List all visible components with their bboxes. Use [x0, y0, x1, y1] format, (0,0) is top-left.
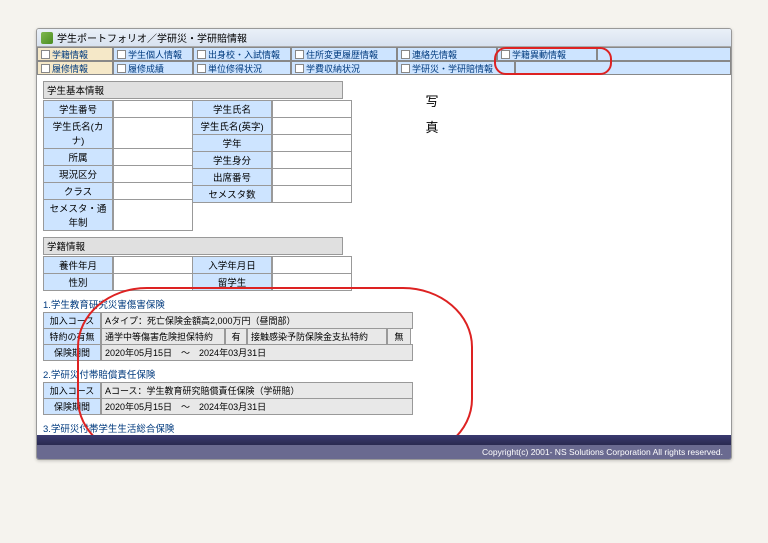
lbl-kana: 学生氏名(カナ) [43, 117, 113, 149]
lbl-gakunen: 学年 [192, 134, 272, 152]
val-gakusei-no [113, 100, 193, 118]
window-title: 学生ポートフォリオ／学研災・学研賠情報 [57, 30, 247, 45]
nav-gakkenbai[interactable]: 学研災・学研賠情報 [397, 61, 515, 75]
app-icon [41, 32, 53, 44]
titlebar: 学生ポートフォリオ／学研災・学研賠情報 [37, 29, 731, 47]
copyright: Copyright(c) 2001- NS Solutions Corporat… [37, 445, 731, 459]
lbl-shusseki: 出席番号 [192, 168, 272, 186]
photo-placeholder: 写真 [392, 89, 472, 141]
section-gakuseki-title: 学籍情報 [43, 237, 343, 255]
nav-shusshin[interactable]: 出身校・入試情報 [193, 47, 291, 61]
nav-renraku[interactable]: 連絡先情報 [397, 47, 497, 61]
footer-bar [37, 435, 731, 445]
lbl-semester: セメスタ・通年制 [43, 199, 113, 231]
lbl-semcount: セメスタ数 [192, 185, 272, 203]
ins2-title: 2.学研災付帯賠償責任保険 [43, 367, 725, 381]
lbl-shimei: 学生氏名 [192, 100, 272, 118]
lbl-mibun: 学生身分 [192, 151, 272, 169]
nav-seiseki[interactable]: 履修成績 [113, 61, 193, 75]
nav-row-1: 学籍情報 学生個人情報 出身校・入試情報 住所変更履歴情報 連絡先情報 学籍異動… [37, 47, 731, 61]
content-area: 学生基本情報 学生番号 学生氏名(カナ) 所属 現況区分 クラス セメスタ・通年… [37, 75, 731, 460]
nav-tani[interactable]: 単位修得状況 [193, 61, 291, 75]
lbl-genkyou: 現況区分 [43, 165, 113, 183]
nav-row-2: 履修情報 履修成績 単位修得状況 学費収納状況 学研災・学研賠情報 [37, 61, 731, 75]
ins3-title: 3.学研災付帯学生生活総合保険 [43, 421, 725, 435]
lbl-shozoku: 所属 [43, 148, 113, 166]
section-basic-title: 学生基本情報 [43, 81, 343, 99]
lbl-class: クラス [43, 182, 113, 200]
ins1-title: 1.学生教育研究災害傷害保険 [43, 297, 725, 311]
nav-gakuseki[interactable]: 学籍情報 [37, 47, 113, 61]
ins4-title: 4.学研災付帯海外留学保険 [43, 459, 725, 460]
app-window: 学生ポートフォリオ／学研災・学研賠情報 学籍情報 学生個人情報 出身校・入試情報… [36, 28, 732, 460]
lbl-eiji: 学生氏名(英字) [192, 117, 272, 135]
nav-gakuhi[interactable]: 学費収納状況 [291, 61, 397, 75]
nav-jusho[interactable]: 住所変更履歴情報 [291, 47, 397, 61]
nav-rishu[interactable]: 履修情報 [37, 61, 113, 75]
nav-kojin[interactable]: 学生個人情報 [113, 47, 193, 61]
lbl-gakusei-no: 学生番号 [43, 100, 113, 118]
nav-idou[interactable]: 学籍異動情報 [497, 47, 597, 61]
